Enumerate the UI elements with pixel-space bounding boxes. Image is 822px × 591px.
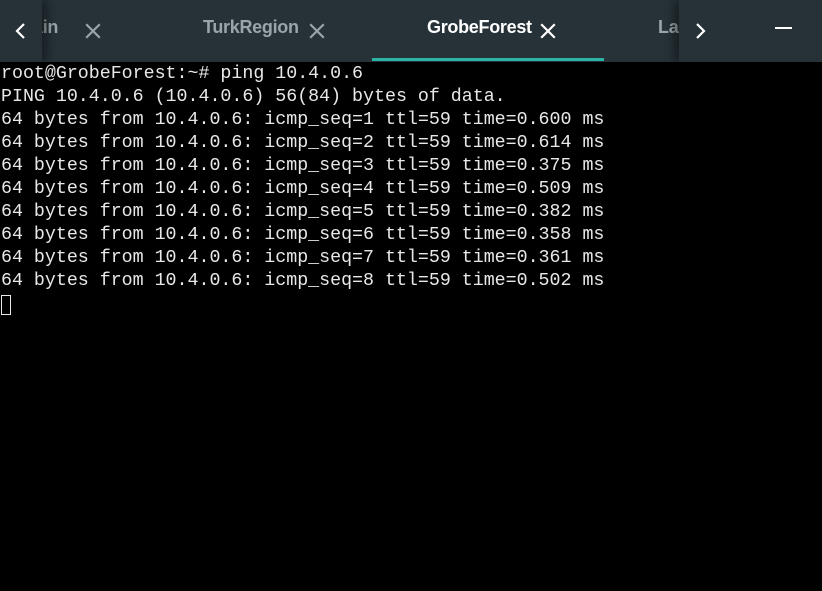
terminal-window: ain TurkRegion GrobeForest La root@Grobe… <box>0 0 822 591</box>
terminal-line: 64 bytes from 10.4.0.6: icmp_seq=2 ttl=5… <box>1 133 605 153</box>
tab-turkregion[interactable]: TurkRegion <box>130 0 372 62</box>
tab-label: GrobeForest <box>427 17 532 37</box>
scroll-tabs-left-button[interactable] <box>0 0 42 62</box>
terminal-line: 64 bytes from 10.4.0.6: icmp_seq=4 ttl=5… <box>1 179 605 199</box>
tab-grobeforest[interactable]: GrobeForest <box>372 0 604 62</box>
window-controls <box>741 0 822 62</box>
minimize-button[interactable] <box>767 14 801 44</box>
chevron-left-icon <box>15 23 25 39</box>
close-icon[interactable] <box>540 23 556 39</box>
close-icon[interactable] <box>85 23 101 39</box>
tab-label: La <box>658 17 679 37</box>
tab-strip: ain TurkRegion GrobeForest La <box>0 0 741 62</box>
terminal-prompt-line <box>0 293 822 316</box>
terminal-line: 64 bytes from 10.4.0.6: icmp_seq=8 ttl=5… <box>1 271 605 291</box>
tab-label: TurkRegion <box>203 17 299 37</box>
terminal-line: 64 bytes from 10.4.0.6: icmp_seq=5 ttl=5… <box>1 202 605 222</box>
close-icon[interactable] <box>309 23 325 39</box>
scroll-tabs-right-button[interactable] <box>679 0 721 62</box>
chevron-right-icon <box>696 23 706 39</box>
terminal-line: 64 bytes from 10.4.0.6: icmp_seq=1 ttl=5… <box>1 110 605 130</box>
terminal-line: 64 bytes from 10.4.0.6: icmp_seq=3 ttl=5… <box>1 156 605 176</box>
terminal-line: root@GrobeForest:~# ping 10.4.0.6 <box>1 64 364 84</box>
terminal-line: 64 bytes from 10.4.0.6: icmp_seq=7 ttl=5… <box>1 248 605 268</box>
terminal-line: 64 bytes from 10.4.0.6: icmp_seq=6 ttl=5… <box>1 225 605 245</box>
minimize-icon <box>775 27 792 29</box>
tab-bar: ain TurkRegion GrobeForest La <box>0 0 822 62</box>
terminal-output[interactable]: root@GrobeForest:~# ping 10.4.0.6 PING 1… <box>0 62 822 591</box>
terminal-line: PING 10.4.0.6 (10.4.0.6) 56(84) bytes of… <box>1 87 506 107</box>
terminal-cursor <box>1 295 11 315</box>
active-tab-indicator <box>372 58 604 61</box>
